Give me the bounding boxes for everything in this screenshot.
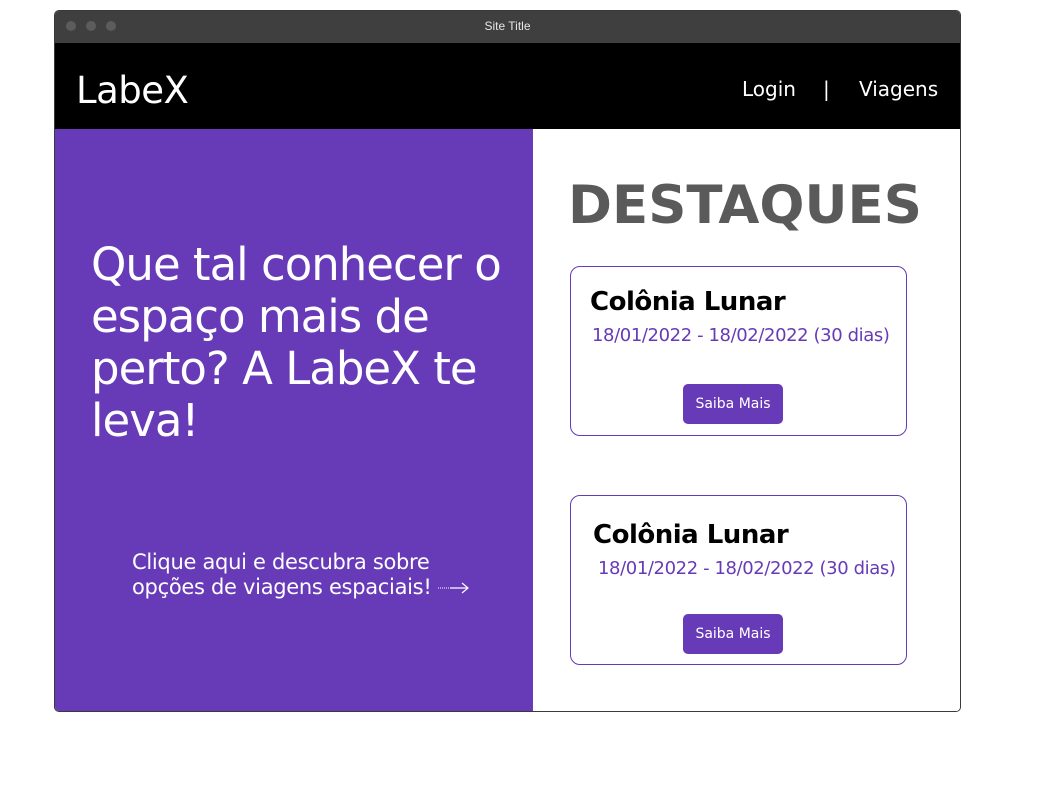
hero-cta-text: Clique aqui e descubra sobre opções de v… [132,550,432,599]
nav-login-link[interactable]: Login [742,77,796,101]
highlight-card: Colônia Lunar 18/01/2022 - 18/02/2022 (3… [570,495,907,665]
saiba-mais-button[interactable]: Saiba Mais [683,384,783,424]
nav-viagens-link[interactable]: Viagens [859,77,938,101]
card-dates: 18/01/2022 - 18/02/2022 (30 dias) [598,558,896,579]
card-title: Colônia Lunar [593,520,789,550]
navbar: LabeX Login | Viagens [55,43,960,129]
window-titlebar: Site Title [55,11,960,43]
highlight-card: Colônia Lunar 18/01/2022 - 18/02/2022 (3… [570,266,907,436]
highlights-panel: DESTAQUES Colônia Lunar 18/01/2022 - 18/… [533,129,960,711]
nav-separator: | [823,77,830,101]
card-title: Colônia Lunar [590,287,786,317]
saiba-mais-button[interactable]: Saiba Mais [683,614,783,654]
browser-window: Site Title LabeX Login | Viagens Que tal… [54,10,961,712]
card-dates: 18/01/2022 - 18/02/2022 (30 dias) [592,325,890,346]
hero-panel: Que tal conhecer o espaço mais de perto?… [55,129,534,711]
highlights-title: DESTAQUES [568,175,922,236]
window-title: Site Title [484,19,531,33]
hero-title: Que tal conhecer o espaço mais de perto?… [91,238,502,447]
logo[interactable]: LabeX [76,69,189,112]
hero-cta-link[interactable]: Clique aqui e descubra sobre opções de v… [132,550,492,600]
arrow-right-icon [437,582,469,594]
